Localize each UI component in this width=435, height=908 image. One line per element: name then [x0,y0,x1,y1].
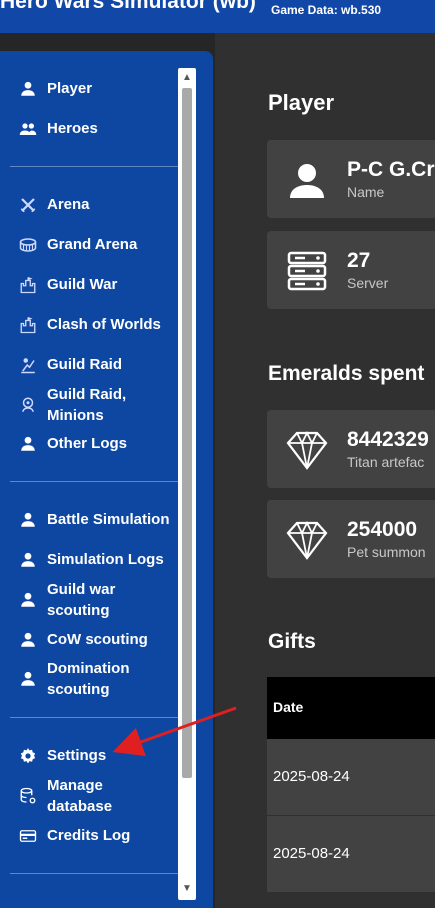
annotation-arrow-icon [112,706,237,757]
